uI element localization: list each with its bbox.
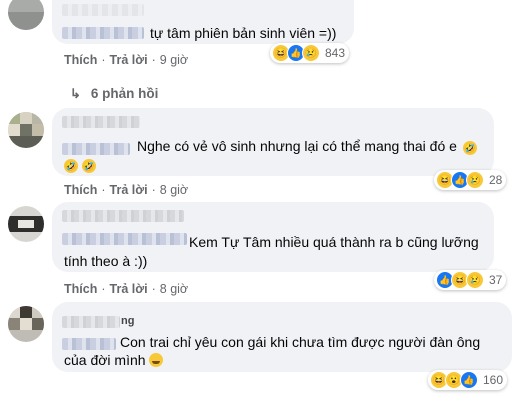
like-button[interactable]: Thích <box>64 53 97 67</box>
author-name[interactable] <box>62 4 144 16</box>
emoji-line: 🤣 🤣 <box>64 155 96 173</box>
author-name[interactable] <box>62 233 187 245</box>
comment-text: tự tâm phiên bản sinh viên =)) <box>150 25 337 41</box>
rofl-emoji-icon: 🤣 <box>64 159 78 173</box>
author-name-visible[interactable]: ng <box>121 312 134 330</box>
reply-arrow-icon: ↳ <box>70 86 81 101</box>
comment-text: của đời mình <box>64 351 164 369</box>
comment-actions: Thích · Trả lời · 8 giờ <box>64 282 189 296</box>
author-name[interactable] <box>62 316 120 328</box>
comment-time[interactable]: 9 giờ <box>160 53 188 67</box>
author-name[interactable] <box>62 210 184 222</box>
like-button[interactable]: Thích <box>64 183 97 197</box>
reaction-summary[interactable]: 👍 😆 😢 37 <box>434 270 507 290</box>
rofl-emoji-icon: 🤣 <box>82 159 96 173</box>
author-name[interactable] <box>62 338 116 350</box>
reply-button[interactable]: Trả lời <box>110 282 148 296</box>
author-name[interactable] <box>62 27 144 39</box>
avatar[interactable] <box>8 112 44 148</box>
avatar[interactable] <box>8 0 44 30</box>
comment-time[interactable]: 8 giờ <box>160 183 188 197</box>
sad-icon: 😢 <box>466 171 484 189</box>
author-name[interactable] <box>62 116 140 128</box>
comment-text: Con trai chỉ yêu con gái khi chưa tìm đư… <box>120 334 481 350</box>
author-name[interactable] <box>62 143 130 155</box>
comment-text: Nghe có vẻ vô sinh nhưng lại có thể mang… <box>137 138 477 155</box>
comment-actions: Thích · Trả lời · 9 giờ <box>64 53 189 67</box>
reaction-count: 843 <box>325 46 346 60</box>
sad-icon: 😢 <box>466 271 484 289</box>
reaction-count: 160 <box>483 373 504 387</box>
reaction-count: 37 <box>489 273 503 287</box>
reaction-count: 28 <box>489 173 503 187</box>
reply-button[interactable]: Trả lời <box>110 183 148 197</box>
reaction-summary[interactable]: 😆 👍 😢 843 <box>270 43 350 63</box>
reply-button[interactable]: Trả lời <box>110 53 148 67</box>
avatar[interactable] <box>8 306 44 342</box>
reaction-summary[interactable]: 😆 😮 👍 160 <box>428 370 508 390</box>
view-replies-link[interactable]: ↳ 6 phản hồi <box>70 86 158 102</box>
reaction-summary[interactable]: 😆 👍 😢 28 <box>434 170 507 190</box>
comment-text: Kem Tự Tâm nhiều quá thành ra b cũng lưỡ… <box>189 234 479 250</box>
avatar[interactable] <box>8 206 44 242</box>
rofl-emoji-icon: 🤣 <box>462 141 477 155</box>
comment-actions: Thích · Trả lời · 8 giờ <box>64 183 189 197</box>
sad-icon: 😢 <box>302 44 320 62</box>
comment-text: tính theo à :)) <box>64 253 148 269</box>
like-button[interactable]: Thích <box>64 282 97 296</box>
smile-emoji-icon <box>149 353 164 367</box>
comment-time[interactable]: 8 giờ <box>160 282 188 296</box>
like-icon: 👍 <box>460 371 478 389</box>
